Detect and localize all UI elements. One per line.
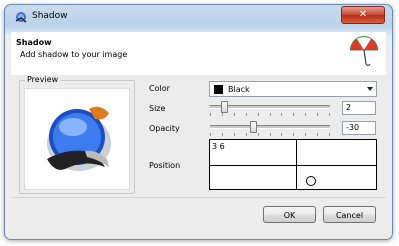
color-label: Color [149, 84, 170, 93]
dialog-content: Preview Color Black Size 2 Opacity -30 P… [11, 75, 386, 197]
slider-tick [222, 113, 223, 116]
position-label: Position [149, 161, 181, 170]
opacity-slider-thumb[interactable] [250, 121, 257, 133]
app-icon [15, 12, 27, 23]
size-slider-ticks [210, 113, 330, 116]
slider-tick [317, 113, 318, 116]
chevron-down-icon[interactable] [367, 87, 373, 91]
dialog-footer: OK Cancel [11, 197, 386, 234]
opacity-slider[interactable] [210, 121, 330, 136]
slider-tick [210, 113, 211, 116]
slider-tick [234, 133, 235, 136]
preview-label: Preview [25, 75, 61, 84]
slider-tick [222, 133, 223, 136]
slider-tick [270, 113, 271, 116]
shadow-dialog: Shadow ✕ Shadow Add shadow to your image… [4, 4, 393, 240]
slider-tick [305, 113, 306, 116]
opacity-slider-track[interactable] [210, 125, 330, 129]
slider-tick [329, 133, 330, 136]
slider-tick [246, 133, 247, 136]
slider-tick [246, 113, 247, 116]
slider-tick [305, 133, 306, 136]
slider-tick [258, 133, 259, 136]
umbrella-icon [350, 36, 378, 67]
title-bar[interactable]: Shadow ✕ [5, 5, 392, 31]
size-slider-track[interactable] [210, 105, 330, 109]
header-subtitle: Add shadow to your image [20, 50, 128, 59]
size-slider-thumb[interactable] [221, 101, 228, 113]
header-title: Shadow [16, 38, 52, 47]
position-coords: 3 6 [212, 142, 225, 151]
color-dropdown[interactable]: Black [209, 81, 377, 97]
color-swatch [214, 85, 223, 94]
slider-tick [293, 133, 294, 136]
window-title: Shadow [32, 11, 68, 21]
slider-tick [270, 133, 271, 136]
position-horizontal-line [210, 165, 376, 166]
slider-tick [234, 113, 235, 116]
size-input[interactable]: 2 [342, 101, 376, 115]
icon-preview-icon [47, 106, 111, 171]
color-value: Black [228, 85, 250, 94]
position-picker[interactable]: 3 6 [209, 139, 377, 190]
slider-tick [281, 133, 282, 136]
slider-tick [281, 113, 282, 116]
slider-tick [317, 133, 318, 136]
opacity-input[interactable]: -30 [342, 121, 376, 135]
opacity-slider-ticks [210, 133, 330, 136]
ok-button[interactable]: OK [263, 206, 316, 223]
preview-group: Preview [19, 75, 135, 194]
dialog-header: Shadow Add shadow to your image [11, 32, 386, 76]
slider-tick [258, 113, 259, 116]
slider-tick [329, 113, 330, 116]
slider-tick [293, 113, 294, 116]
cancel-button[interactable]: Cancel [323, 206, 376, 223]
close-button[interactable]: ✕ [341, 6, 385, 24]
position-marker[interactable] [306, 176, 316, 186]
preview-image [24, 88, 130, 190]
opacity-label: Opacity [149, 124, 180, 133]
size-slider[interactable] [210, 101, 330, 116]
slider-tick [210, 133, 211, 136]
size-label: Size [149, 104, 166, 113]
